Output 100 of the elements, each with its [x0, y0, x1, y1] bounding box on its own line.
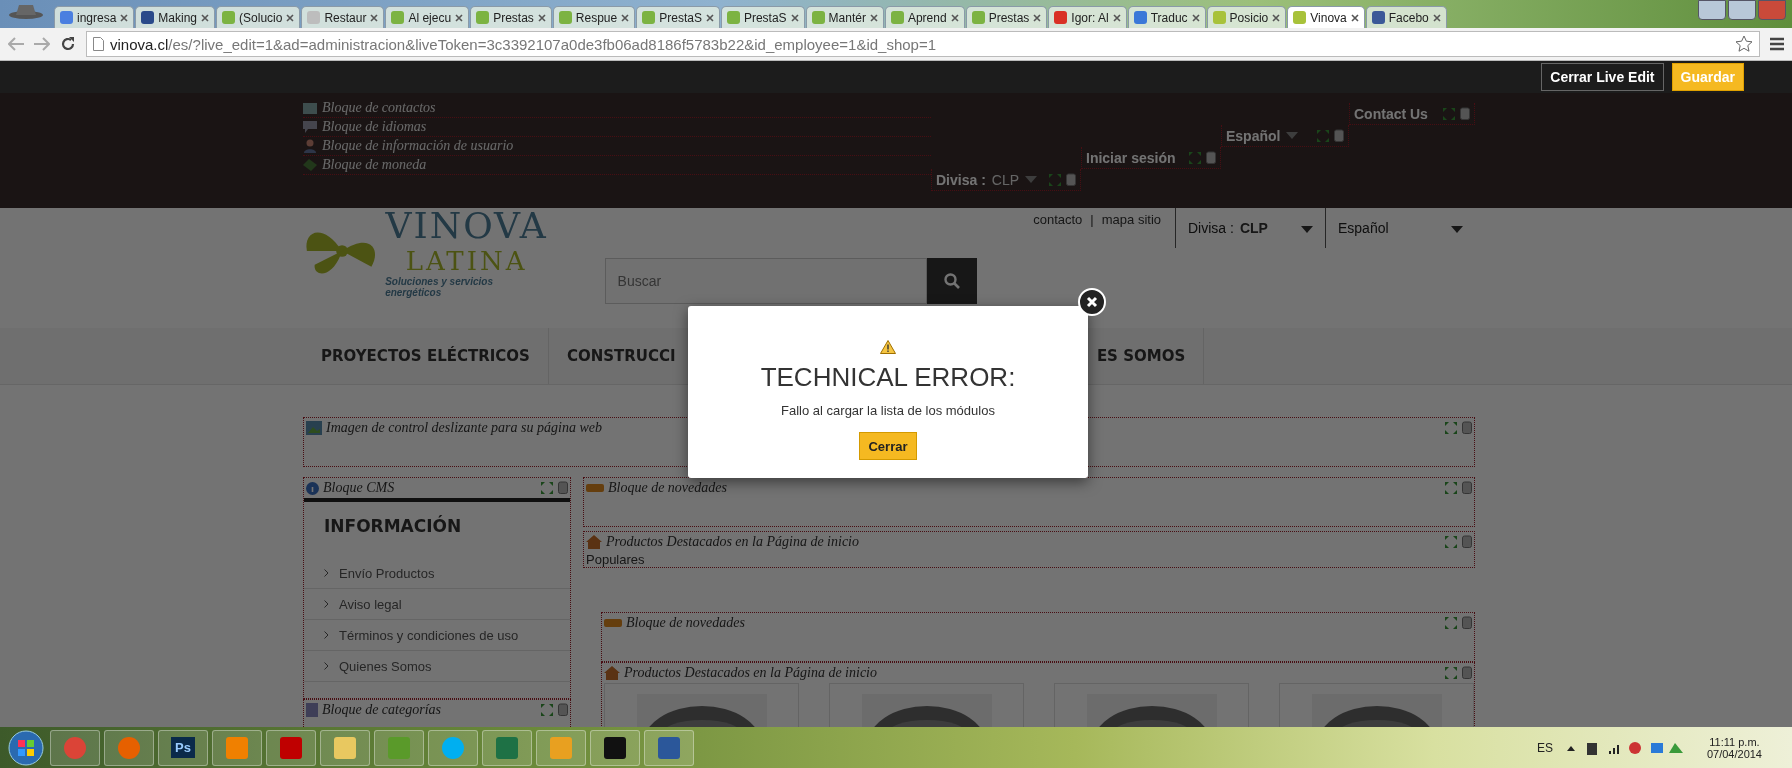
close-icon[interactable] — [1350, 13, 1359, 22]
currency-value: CLP — [991, 171, 1020, 188]
expand-icon[interactable] — [1444, 421, 1458, 435]
trash-icon[interactable] — [1460, 106, 1470, 120]
nav-item[interactable]: ES SOMOS — [1096, 328, 1205, 384]
module-label: Bloque de novedades — [608, 480, 727, 496]
page-icon — [93, 37, 104, 51]
reload-icon[interactable] — [60, 36, 76, 52]
menu-icon[interactable] — [1770, 37, 1784, 51]
expand-icon[interactable] — [1188, 150, 1202, 165]
close-icon[interactable] — [1272, 13, 1281, 22]
trash-icon[interactable] — [1462, 616, 1472, 629]
trash-icon[interactable] — [1334, 128, 1344, 142]
clock[interactable]: 11:11 p.m. 07/04/2014 — [1706, 735, 1786, 760]
trash-icon[interactable] — [558, 703, 568, 716]
tag-icon — [604, 619, 622, 627]
close-icon[interactable] — [286, 13, 295, 22]
address-field[interactable]: vinova.cl/es/?live_edit=1&ad=administracion&liveToken=3c3392107a0de3fb06ad8186f5783b22&id_employee=1&id_shop=1 — [86, 31, 1760, 57]
forward-icon[interactable] — [34, 37, 50, 51]
browser-tab[interactable]: Prestas — [470, 6, 552, 28]
browser-tab[interactable]: Prestas — [965, 6, 1048, 28]
expand-icon[interactable] — [1444, 535, 1458, 549]
trash-icon[interactable] — [1462, 481, 1472, 494]
browser-tab[interactable]: Al ejecu — [385, 6, 470, 28]
close-icon[interactable] — [950, 13, 959, 22]
close-icon[interactable] — [120, 13, 129, 22]
minimize-button[interactable] — [1698, 0, 1726, 20]
close-icon[interactable] — [1033, 13, 1042, 22]
caret-icon — [1451, 226, 1463, 233]
close-icon[interactable] — [537, 13, 546, 22]
expand-icon[interactable] — [1048, 172, 1062, 187]
trash-icon[interactable] — [1462, 421, 1472, 434]
app-icon — [386, 734, 412, 761]
search-icon — [943, 273, 960, 289]
trash-icon[interactable] — [1066, 172, 1076, 186]
start-button[interactable] — [6, 728, 46, 767]
top-link[interactable]: mapa sitio — [1101, 212, 1161, 248]
trash-icon[interactable] — [1462, 666, 1472, 679]
expand-icon[interactable] — [1316, 128, 1330, 143]
tab-label[interactable]: Populares — [584, 552, 1474, 567]
close-live-edit-button[interactable]: Cerrar Live Edit — [1541, 63, 1664, 91]
expand-icon[interactable] — [540, 703, 554, 717]
caret-icon — [1301, 226, 1313, 233]
browser-tab[interactable]: Traduc — [1127, 6, 1206, 28]
close-icon[interactable] — [201, 13, 210, 22]
card-icon — [303, 102, 317, 114]
browser-tab[interactable]: Respue — [552, 6, 636, 28]
chevron-icon — [324, 631, 329, 639]
close-icon[interactable] — [869, 13, 878, 22]
expand-icon[interactable] — [540, 481, 554, 495]
trash-icon[interactable] — [1462, 535, 1472, 548]
close-icon[interactable] — [621, 13, 630, 22]
close-icon[interactable] — [790, 13, 799, 22]
header-link[interactable]: Divisa : — [936, 171, 986, 188]
taskbar-button[interactable]: Ps — [158, 729, 208, 766]
close-button[interactable]: Cerrar — [859, 432, 917, 460]
top-link[interactable]: contacto — [1033, 212, 1083, 248]
search-button[interactable] — [926, 258, 977, 304]
browser-tab[interactable]: ingresa — [54, 6, 135, 28]
chevron-icon — [324, 662, 329, 670]
maximize-button[interactable] — [1728, 0, 1756, 20]
browser-tab[interactable]: Igor: Al — [1048, 6, 1127, 28]
trash-icon[interactable] — [1206, 150, 1216, 164]
browser-tab[interactable]: (Solucio — [216, 6, 301, 28]
app-icon — [278, 734, 304, 761]
expand-icon[interactable] — [1444, 481, 1458, 495]
module-label: Productos Destacados en la Página de inicio — [606, 534, 859, 550]
module-label: Bloque de contactos — [322, 100, 436, 116]
back-icon[interactable] — [8, 37, 24, 51]
image-icon — [306, 421, 322, 435]
nav-item[interactable]: PROYECTOS ELÉCTRICOS — [303, 328, 549, 384]
expand-icon[interactable] — [1442, 106, 1456, 121]
browser-tab[interactable]: Facebo — [1365, 6, 1447, 28]
close-icon[interactable] — [705, 13, 714, 22]
module-label: Bloque de información de usuario — [322, 138, 514, 154]
browser-tab[interactable]: Restaur — [301, 6, 385, 28]
browser-tab[interactable]: Mantér — [805, 6, 884, 28]
language-indicator[interactable]: ES — [1536, 740, 1553, 755]
browser-tab[interactable]: Vinova — [1287, 6, 1365, 28]
selector-dropdown[interactable]: Divisa : CLP — [1175, 208, 1325, 248]
module-label: Bloque de moneda — [322, 157, 427, 173]
close-icon[interactable] — [1191, 13, 1200, 22]
search-field[interactable]: Buscar — [604, 258, 927, 304]
close-icon[interactable] — [370, 13, 379, 22]
close-icon[interactable] — [1112, 13, 1121, 22]
expand-icon[interactable] — [1444, 666, 1458, 680]
browser-tab[interactable]: Posicio — [1206, 6, 1287, 28]
taskbar-button[interactable] — [590, 729, 640, 766]
star-icon[interactable] — [1735, 35, 1753, 53]
browser-tab[interactable]: PrestaS — [636, 6, 720, 28]
browser-tab[interactable]: Making — [135, 6, 216, 28]
module-label: Bloque CMS — [323, 480, 395, 496]
browser-tab[interactable]: PrestaS — [720, 6, 805, 28]
expand-icon[interactable] — [1444, 616, 1458, 630]
close-icon[interactable] — [1432, 13, 1441, 22]
browser-tab[interactable]: Aprend — [884, 6, 965, 28]
trash-icon[interactable] — [558, 481, 568, 494]
info-icon — [306, 481, 319, 495]
close-icon[interactable] — [455, 13, 464, 22]
selector-dropdown[interactable]: Español — [1325, 208, 1475, 248]
